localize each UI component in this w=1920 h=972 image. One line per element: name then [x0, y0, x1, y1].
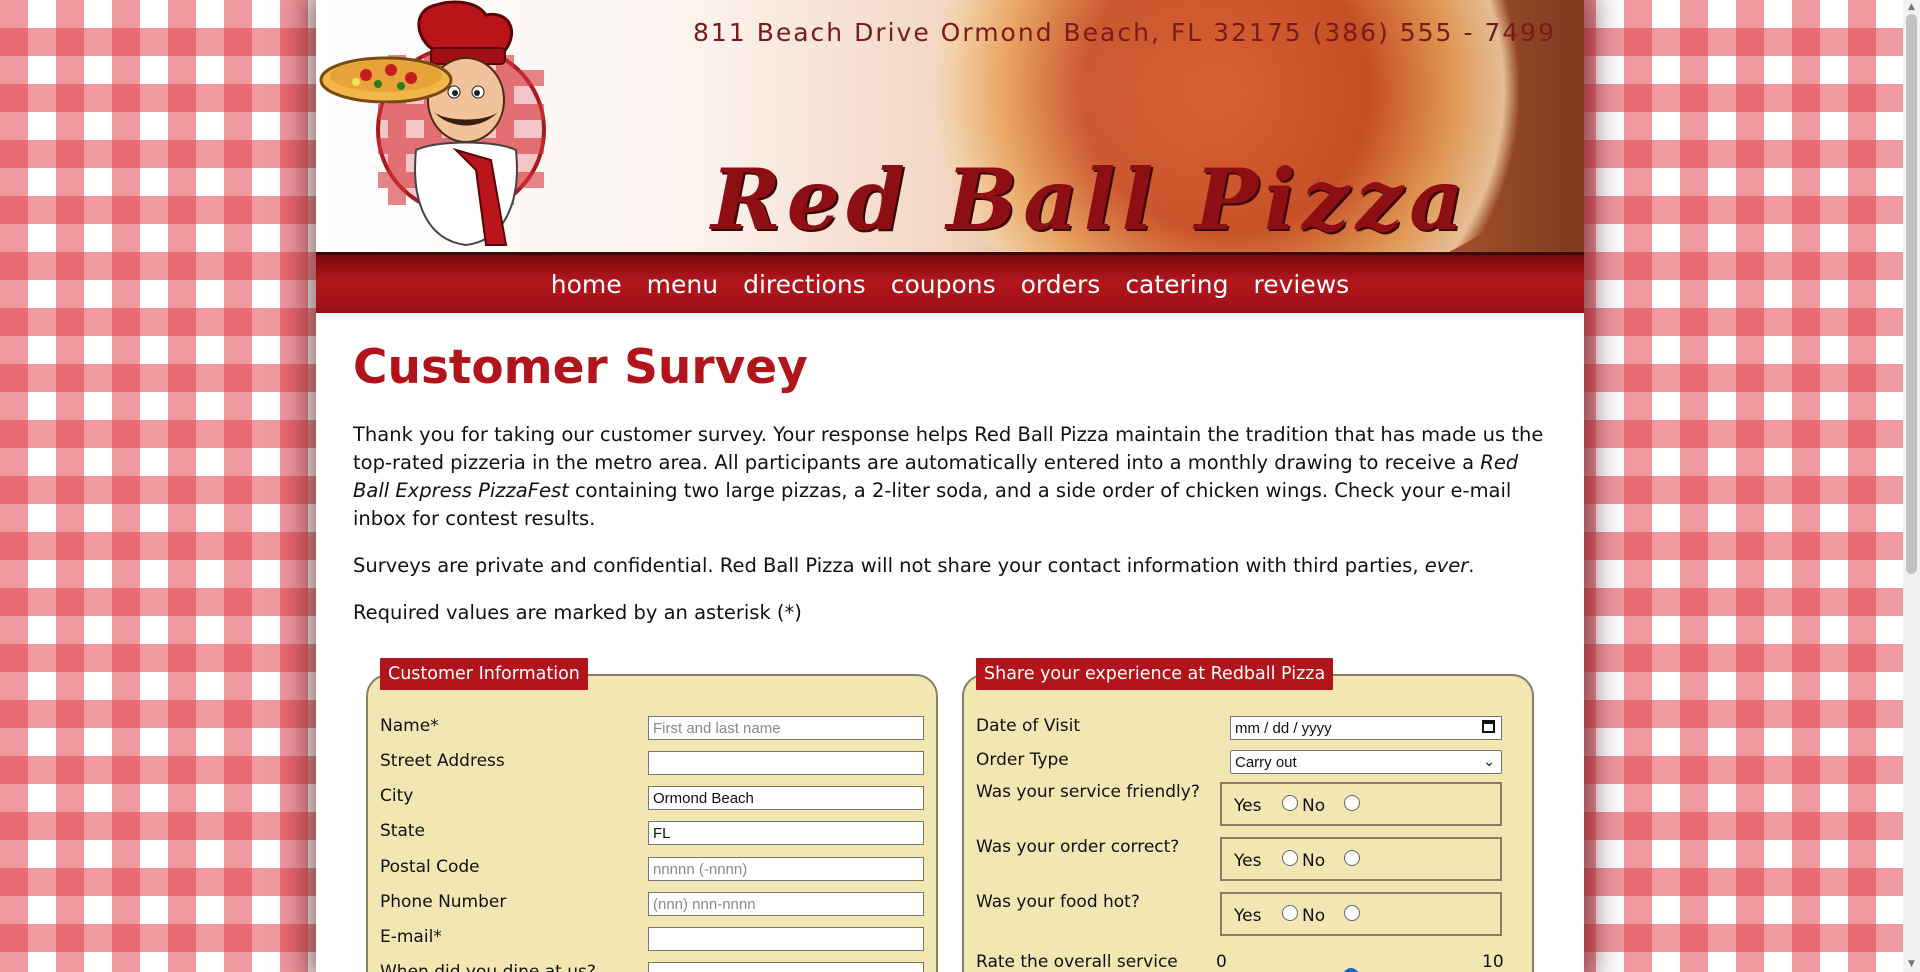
- nav-coupons[interactable]: coupons: [891, 270, 996, 299]
- city-field[interactable]: Ormond Beach: [648, 786, 924, 810]
- privacy-paragraph: Surveys are private and confidential. Re…: [353, 554, 1475, 577]
- visit-time-label: When did you dine at us?: [380, 962, 596, 972]
- correct-yes-radio[interactable]: [1282, 850, 1298, 866]
- date-label: Date of Visit: [976, 716, 1081, 736]
- brand-title: Red Ball Pizza: [711, 150, 1470, 249]
- visit-time-field[interactable]: [648, 962, 924, 972]
- date-field[interactable]: mm / dd / yyyy: [1230, 716, 1502, 740]
- nav-catering[interactable]: catering: [1125, 270, 1228, 299]
- required-note: Required values are marked by an asteris…: [353, 601, 802, 624]
- phone-label: Phone Number: [380, 892, 507, 912]
- main-content: Customer Survey Thank you for taking our…: [353, 320, 1548, 646]
- page-scrollbar[interactable]: ▲ ▼: [1903, 0, 1920, 972]
- email-label: E-mail*: [380, 927, 442, 947]
- hot-no-label: No: [1302, 906, 1326, 926]
- header-address: 811 Beach Drive Ormond Beach, FL 32175 (…: [693, 18, 1556, 47]
- page-title: Customer Survey: [353, 340, 808, 395]
- email-field[interactable]: [648, 927, 924, 951]
- friendly-no-label: No: [1302, 796, 1326, 816]
- header-banner: 811 Beach Drive Ormond Beach, FL 32175 (…: [316, 0, 1584, 255]
- friendly-label: Was your service friendly?: [976, 782, 1200, 802]
- experience-legend: Share your experience at Redball Pizza: [976, 658, 1334, 690]
- intro-paragraph: Thank you for taking our customer survey…: [353, 423, 1544, 530]
- customer-info-legend: Customer Information: [380, 658, 588, 690]
- calendar-icon[interactable]: [1482, 720, 1495, 733]
- nav-menu[interactable]: menu: [647, 270, 718, 299]
- chevron-down-icon: ⌄: [1483, 753, 1495, 769]
- experience-fieldset: Share your experience at Redball Pizza D…: [962, 658, 1534, 972]
- postal-field[interactable]: nnnnn (-nnnn): [648, 857, 924, 881]
- state-label: State: [380, 821, 425, 841]
- name-field[interactable]: First and last name: [648, 716, 924, 740]
- friendly-no-radio[interactable]: [1344, 795, 1360, 811]
- nav-orders[interactable]: orders: [1021, 270, 1101, 299]
- main-nav: home menu directions coupons orders cate…: [316, 255, 1584, 313]
- correct-no-label: No: [1302, 851, 1326, 871]
- page-container: 811 Beach Drive Ormond Beach, FL 32175 (…: [316, 0, 1584, 972]
- rate-label: Rate the overall service: [976, 952, 1178, 972]
- correct-radio-group: Yes No: [1220, 837, 1502, 881]
- rate-max: 10: [1482, 952, 1504, 972]
- order-type-label: Order Type: [976, 750, 1069, 770]
- hot-radio-group: Yes No: [1220, 892, 1502, 936]
- customer-info-fieldset: Customer Information Name* First and las…: [366, 658, 938, 972]
- street-label: Street Address: [380, 751, 505, 771]
- hot-yes-label: Yes: [1234, 906, 1262, 926]
- order-type-value: Carry out: [1235, 753, 1297, 771]
- friendly-radio-group: Yes No: [1220, 782, 1502, 826]
- nav-directions[interactable]: directions: [743, 270, 866, 299]
- city-label: City: [380, 786, 414, 806]
- slider-thumb[interactable]: [1343, 968, 1359, 972]
- name-label: Name*: [380, 716, 439, 736]
- date-value: mm / dd / yyyy: [1235, 719, 1332, 737]
- scroll-down-icon[interactable]: ▼: [1906, 959, 1917, 970]
- nav-reviews[interactable]: reviews: [1254, 270, 1350, 299]
- rate-slider[interactable]: [1226, 952, 1476, 972]
- friendly-yes-radio[interactable]: [1282, 795, 1298, 811]
- scroll-up-icon[interactable]: ▲: [1906, 2, 1917, 13]
- hot-yes-radio[interactable]: [1282, 905, 1298, 921]
- hot-no-radio[interactable]: [1344, 905, 1360, 921]
- phone-field[interactable]: (nnn) nnn-nnnn: [648, 892, 924, 916]
- hot-label: Was your food hot?: [976, 892, 1140, 912]
- scroll-thumb[interactable]: [1906, 14, 1917, 574]
- street-field[interactable]: [648, 751, 924, 775]
- friendly-yes-label: Yes: [1234, 796, 1262, 816]
- correct-yes-label: Yes: [1234, 851, 1262, 871]
- correct-label: Was your order correct?: [976, 837, 1180, 857]
- nav-home[interactable]: home: [551, 270, 622, 299]
- chef-logo: [319, 0, 546, 247]
- state-field[interactable]: FL: [648, 821, 924, 845]
- correct-no-radio[interactable]: [1344, 850, 1360, 866]
- order-type-select[interactable]: Carry out ⌄: [1230, 750, 1502, 774]
- postal-label: Postal Code: [380, 857, 480, 877]
